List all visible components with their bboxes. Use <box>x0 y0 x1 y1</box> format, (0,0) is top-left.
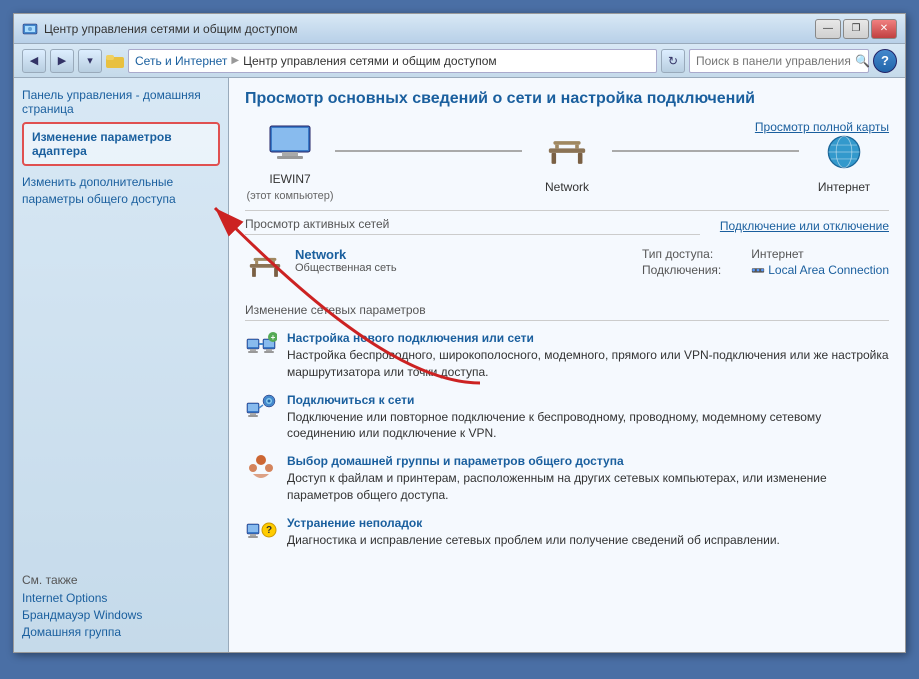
help-button[interactable]: ? <box>873 49 897 73</box>
action-new-connection-text: Настройка нового подключения или сети На… <box>287 331 889 381</box>
address-bar: ◀ ▶ ▾ Сеть и Интернет ▶ Центр управления… <box>14 44 905 78</box>
window-title: Центр управления сетями и общим доступом <box>44 22 298 36</box>
access-type-col: Тип доступа: Подключения: <box>642 247 721 277</box>
refresh-button[interactable]: ↻ <box>661 49 685 73</box>
active-network-info: Network Общественная сеть <box>295 247 632 274</box>
new-connection-link[interactable]: Настройка нового подключения или сети <box>287 331 889 345</box>
net-node-internet-label: Интернет <box>818 180 870 194</box>
sidebar-homegroup-link[interactable]: Домашняя группа <box>22 625 220 639</box>
breadcrumb-sep1: ▶ <box>231 55 239 66</box>
action-homegroup: Выбор домашней группы и параметров общег… <box>245 454 889 504</box>
action-troubleshoot-text: Устранение неполадок Диагностика и испра… <box>287 516 889 549</box>
troubleshoot-desc: Диагностика и исправление сетевых пробле… <box>287 532 889 549</box>
sidebar-adapter-box[interactable]: Изменение параметров адаптера <box>22 122 220 166</box>
change-section-title: Изменение сетевых параметров <box>245 303 889 321</box>
new-connection-desc: Настройка беспроводного, широкополосного… <box>287 347 889 381</box>
search-icon: 🔍 <box>855 54 870 68</box>
sidebar-also: См. также Internet Options Брандмауэр Wi… <box>22 573 220 642</box>
net-node-network-label: Network <box>545 180 589 194</box>
svg-text:?: ? <box>266 525 272 536</box>
access-value-col: Интернет Local Area Connection <box>751 247 889 277</box>
troubleshoot-link[interactable]: Устранение неполадок <box>287 516 889 530</box>
local-area-connection-link[interactable]: Local Area Connection <box>751 263 889 277</box>
net-line-1 <box>335 150 522 152</box>
close-button[interactable]: ✕ <box>871 19 897 39</box>
connect-network-link[interactable]: Подключиться к сети <box>287 393 889 407</box>
action-new-connection: + Настройка нового подключения или сети … <box>245 331 889 381</box>
access-type-label: Тип доступа: <box>642 247 721 261</box>
dropdown-button[interactable]: ▾ <box>78 49 102 73</box>
active-network-name-link[interactable]: Network <box>295 247 346 262</box>
search-bar[interactable]: 🔍 <box>689 49 869 73</box>
network-diagram: IEWIN7 (этот компьютер) <box>245 120 889 211</box>
active-networks-title: Просмотр активных сетей <box>245 217 700 235</box>
title-bar: Центр управления сетями и общим доступом… <box>14 14 905 44</box>
connect-disconnect-link[interactable]: Подключение или отключение <box>720 219 889 233</box>
window-icon <box>22 21 38 37</box>
sidebar-firewall-link[interactable]: Брандмауэр Windows <box>22 608 220 622</box>
main-title: Просмотр основных сведений о сети и наст… <box>245 90 889 108</box>
access-type-value: Интернет <box>751 247 889 261</box>
restore-button[interactable]: ❐ <box>843 19 869 39</box>
main-content: Просмотр основных сведений о сети и наст… <box>229 78 905 652</box>
homegroup-desc: Доступ к файлам и принтерам, расположенн… <box>287 470 889 504</box>
network-bench-icon <box>543 128 591 176</box>
connect-network-icon <box>245 393 277 425</box>
active-network-icon <box>245 247 285 287</box>
net-node-network: Network <box>522 128 612 194</box>
minimize-button[interactable]: — <box>815 19 841 39</box>
active-networks-header: Просмотр активных сетей Подключение или … <box>245 217 889 235</box>
forward-button[interactable]: ▶ <box>50 49 74 73</box>
local-area-connection-text: Local Area Connection <box>768 263 889 277</box>
active-network-row: Network Общественная сеть Тип доступа: П… <box>245 241 889 293</box>
net-node-computer-label: IEWIN7 <box>269 172 310 186</box>
homegroup-icon <box>245 454 277 486</box>
connect-network-desc: Подключение или повторное подключение к … <box>287 409 889 443</box>
sidebar: Панель управления - домашняя страница Из… <box>14 78 229 652</box>
net-node-internet: Интернет <box>799 128 889 194</box>
action-connect-network: Подключиться к сети Подключение или повт… <box>245 393 889 443</box>
sidebar-home-link[interactable]: Панель управления - домашняя страница <box>22 88 220 116</box>
internet-icon <box>820 128 868 176</box>
computer-icon <box>266 120 314 168</box>
content-area: Панель управления - домашняя страница Из… <box>14 78 905 652</box>
sidebar-adapter-link[interactable]: Изменение параметров адаптера <box>32 130 172 158</box>
change-settings-section: Изменение сетевых параметров <box>245 303 889 549</box>
homegroup-link[interactable]: Выбор домашней группы и параметров общег… <box>287 454 889 468</box>
net-node-computer-sublabel: (этот компьютер) <box>246 190 333 202</box>
troubleshoot-icon: ? <box>245 516 277 548</box>
view-full-map-link[interactable]: Просмотр полной карты <box>755 120 889 134</box>
svg-text:+: + <box>271 333 276 342</box>
action-homegroup-text: Выбор домашней группы и параметров общег… <box>287 454 889 504</box>
connections-label: Подключения: <box>642 263 721 277</box>
breadcrumb-part2: Центр управления сетями и общим доступом <box>243 54 497 68</box>
sidebar-internet-options-link[interactable]: Internet Options <box>22 591 220 605</box>
search-input[interactable] <box>696 54 851 68</box>
net-node-computer: IEWIN7 (этот компьютер) <box>245 120 335 202</box>
window-controls: — ❐ ✕ <box>815 19 897 39</box>
folder-icon <box>106 53 124 69</box>
back-button[interactable]: ◀ <box>22 49 46 73</box>
new-connection-icon: + <box>245 331 277 363</box>
net-line-2 <box>612 150 799 152</box>
sidebar-also-title: См. также <box>22 573 220 587</box>
breadcrumb[interactable]: Сеть и Интернет ▶ Центр управления сетям… <box>128 49 657 73</box>
network-meta: Тип доступа: Подключения: Интернет <box>642 247 889 277</box>
active-network-type: Общественная сеть <box>295 262 632 274</box>
action-connect-network-text: Подключиться к сети Подключение или повт… <box>287 393 889 443</box>
action-troubleshoot: ? Устранение неполадок Диагностика и исп… <box>245 516 889 549</box>
breadcrumb-part1: Сеть и Интернет <box>135 54 227 68</box>
sidebar-advanced-link[interactable]: Изменить дополнительные параметры общего… <box>22 174 220 208</box>
active-networks-section: Просмотр активных сетей Подключение или … <box>245 217 889 293</box>
connection-icon <box>751 263 765 277</box>
